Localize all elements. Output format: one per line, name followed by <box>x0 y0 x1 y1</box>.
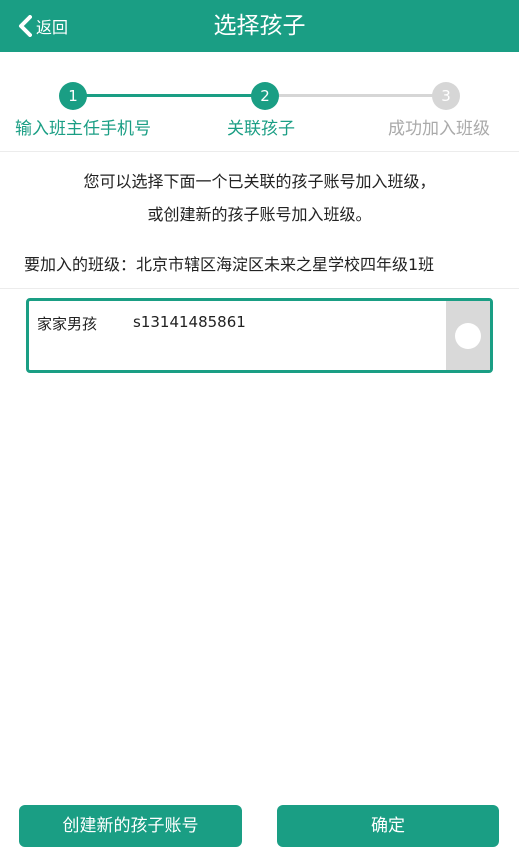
target-class-info: 要加入的班级：北京市辖区海淀区未来之星学校四年级1班 <box>24 255 435 274</box>
intro-text-line-1: 您可以选择下面一个已关联的孩子账号加入班级， <box>83 172 436 191</box>
top-bar: 返回 选择孩子 <box>0 0 519 52</box>
radio-circle-icon[interactable] <box>455 322 481 349</box>
child-account: s13141485861 <box>133 313 246 331</box>
page-title: 选择孩子 <box>213 13 306 39</box>
step-1-label: 输入班主任手机号 <box>15 119 151 139</box>
progress-steps: 1 2 3 输入班主任手机号 关联孩子 成功加入班级 <box>0 52 519 152</box>
step-3-label: 成功加入班级 <box>388 119 490 139</box>
create-child-account-button[interactable]: 创建新的孩子账号 <box>19 805 242 847</box>
step-2-label: 关联孩子 <box>227 119 295 139</box>
step-3-circle: 3 <box>432 82 460 110</box>
child-option-card[interactable]: 家家男孩 s13141485861 <box>26 298 493 373</box>
child-name: 家家男孩 <box>37 315 98 333</box>
step-1-circle: 1 <box>59 82 87 110</box>
step-2-circle: 2 <box>251 82 279 110</box>
step-connector-1 <box>73 94 265 97</box>
confirm-button[interactable]: 确定 <box>277 805 499 847</box>
intro-text-line-2: 或创建新的孩子账号加入班级。 <box>147 205 372 224</box>
step-connector-2 <box>265 94 446 97</box>
divider <box>0 288 519 289</box>
radio-area[interactable] <box>446 301 490 370</box>
